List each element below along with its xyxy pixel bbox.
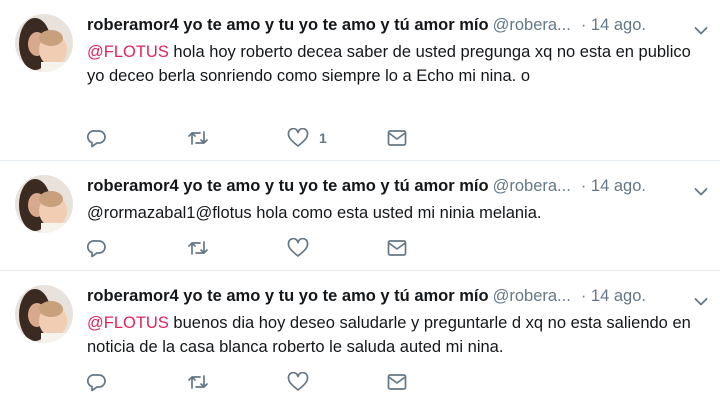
- tweet-body: hola hoy roberto decea saber de usted pr…: [87, 43, 691, 85]
- envelope-icon: [387, 373, 407, 391]
- tweet-text: @FLOTUS buenos dia hoy deseo saludarle y…: [87, 311, 707, 359]
- retweet-icon: [187, 128, 209, 148]
- avatar[interactable]: [15, 14, 73, 72]
- timestamp[interactable]: 14 ago.: [591, 287, 646, 305]
- reply-button[interactable]: [87, 238, 187, 258]
- reply-icon: [87, 238, 107, 258]
- tweet[interactable]: roberamor4 yo te amo y tu yo te amo y tú…: [0, 161, 720, 271]
- retweet-button[interactable]: [187, 372, 287, 392]
- tweet-header: roberamor4 yo te amo y tu yo te amo y tú…: [87, 285, 720, 307]
- chevron-down-icon[interactable]: [694, 291, 708, 306]
- reply-button[interactable]: [87, 128, 187, 148]
- heart-icon: [287, 372, 309, 392]
- retweet-button[interactable]: [187, 128, 287, 148]
- separator: ·: [580, 16, 587, 34]
- author-name[interactable]: roberamor4 yo te amo y tu yo te amo y tú…: [87, 177, 489, 195]
- tweet-actions: [87, 371, 427, 393]
- retweet-icon: [187, 372, 209, 392]
- tweet-body: @rormazabal1@flotus hola como esta usted…: [87, 204, 542, 222]
- reply-icon: [87, 128, 107, 148]
- author-handle[interactable]: @robera...: [493, 16, 571, 34]
- chevron-down-icon[interactable]: [694, 181, 708, 196]
- like-button[interactable]: [287, 238, 387, 258]
- like-button[interactable]: 1: [287, 128, 387, 148]
- avatar[interactable]: [15, 175, 73, 233]
- envelope-icon: [387, 129, 407, 147]
- tweet[interactable]: roberamor4 yo te amo y tu yo te amo y tú…: [0, 0, 720, 161]
- tweet-actions: 1: [87, 127, 427, 149]
- retweet-icon: [187, 238, 209, 258]
- tweet-actions: [87, 237, 427, 259]
- tweet[interactable]: roberamor4 yo te amo y tu yo te amo y tú…: [0, 271, 720, 407]
- reply-button[interactable]: [87, 372, 187, 392]
- tweet-text: @rormazabal1@flotus hola como esta usted…: [87, 201, 707, 225]
- author-handle[interactable]: @robera...: [493, 177, 571, 195]
- reply-icon: [87, 372, 107, 392]
- heart-icon: [287, 128, 309, 148]
- separator: ·: [580, 177, 587, 195]
- author-name[interactable]: roberamor4 yo te amo y tu yo te amo y tú…: [87, 287, 489, 305]
- author-name[interactable]: roberamor4 yo te amo y tu yo te amo y tú…: [87, 16, 489, 34]
- tweet-header: roberamor4 yo te amo y tu yo te amo y tú…: [87, 14, 720, 36]
- tweet-body: buenos dia hoy deseo saludarle y pregunt…: [87, 314, 691, 356]
- mention-link[interactable]: @FLOTUS: [87, 43, 169, 61]
- like-count: 1: [319, 130, 327, 146]
- direct-message-button[interactable]: [387, 239, 427, 257]
- author-handle[interactable]: @robera...: [493, 287, 571, 305]
- retweet-button[interactable]: [187, 238, 287, 258]
- timestamp[interactable]: 14 ago.: [591, 177, 646, 195]
- timestamp[interactable]: 14 ago.: [591, 16, 646, 34]
- direct-message-button[interactable]: [387, 373, 427, 391]
- envelope-icon: [387, 239, 407, 257]
- tweet-text: @FLOTUS hola hoy roberto decea saber de …: [87, 40, 707, 88]
- heart-icon: [287, 238, 309, 258]
- chevron-down-icon[interactable]: [694, 20, 708, 35]
- mention-link[interactable]: @FLOTUS: [87, 314, 169, 332]
- direct-message-button[interactable]: [387, 129, 427, 147]
- avatar[interactable]: [15, 285, 73, 343]
- tweet-header: roberamor4 yo te amo y tu yo te amo y tú…: [87, 175, 720, 197]
- like-button[interactable]: [287, 372, 387, 392]
- separator: ·: [580, 287, 587, 305]
